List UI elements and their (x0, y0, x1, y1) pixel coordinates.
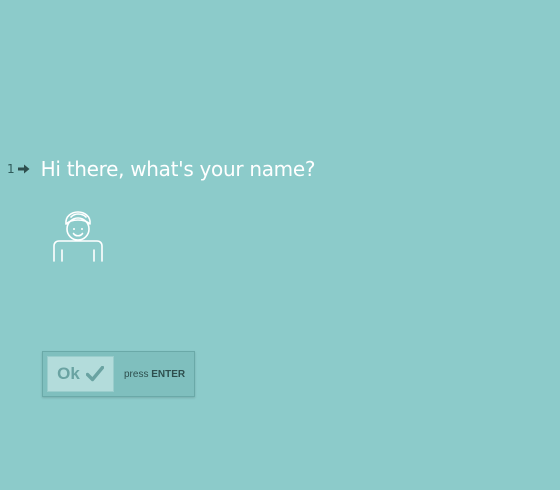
person-avatar-icon (53, 211, 103, 262)
checkmark-icon (85, 366, 104, 382)
arrow-right-icon (17, 164, 30, 174)
press-hint-prefix: press (124, 368, 149, 380)
enter-key-label: ENTER (151, 368, 186, 380)
question-header: 1 Hi there, what's your name? (7, 155, 315, 183)
ok-button[interactable]: Ok (47, 356, 114, 392)
ok-button-label: Ok (57, 364, 80, 383)
ok-button-container: Ok press ENTER (42, 351, 195, 397)
press-enter-hint: press ENTER (124, 369, 185, 380)
question-number: 1 (7, 162, 15, 176)
question-text: Hi there, what's your name? (40, 157, 316, 181)
